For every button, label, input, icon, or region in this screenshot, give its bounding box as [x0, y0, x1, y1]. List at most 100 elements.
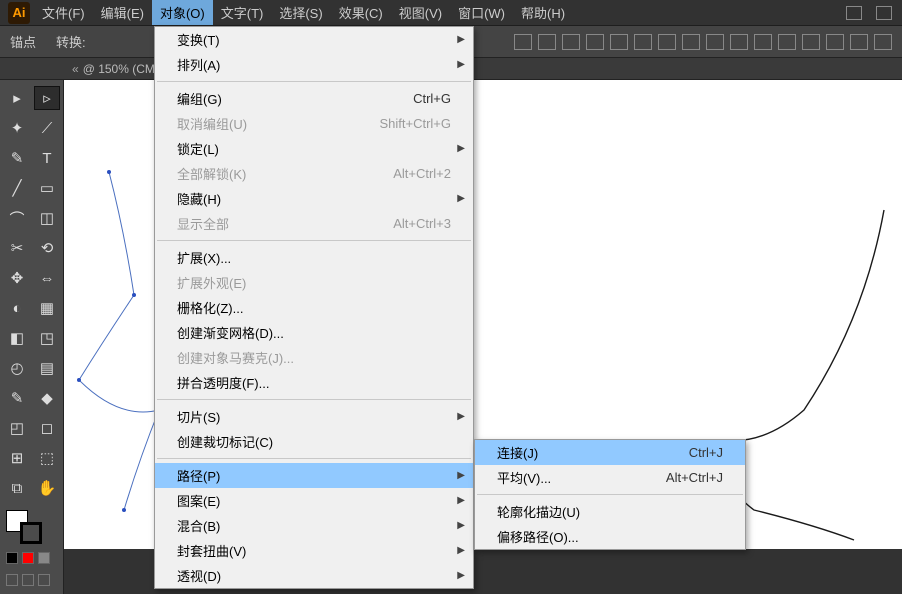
menu-item-label: 路径(P): [177, 466, 220, 485]
document-tab-label[interactable]: @ 150% (CMY: [83, 62, 163, 76]
menu-item-label: 封套扭曲(V): [177, 541, 246, 560]
menu-item-label: 混合(B): [177, 516, 220, 535]
menu-object-item-24[interactable]: 透视(D)▶: [155, 563, 473, 588]
tool-12[interactable]: ✥: [4, 266, 30, 290]
tool-20[interactable]: ✎: [4, 386, 30, 410]
menu-object-item-23[interactable]: 封套扭曲(V) ▶: [155, 538, 473, 563]
submenu-arrow-icon: ▶: [457, 411, 465, 422]
tool-0[interactable]: ▸: [4, 86, 30, 110]
tool-4[interactable]: ✎: [4, 146, 30, 170]
ctrl-icon[interactable]: [778, 34, 796, 50]
menu-object-item-20[interactable]: 路径(P) ▶: [155, 463, 473, 488]
ctrl-icon[interactable]: [706, 34, 724, 50]
ctrl-icon[interactable]: [586, 34, 604, 50]
ctrl-icon[interactable]: [826, 34, 844, 50]
tool-25[interactable]: ⬚: [34, 446, 60, 470]
menu-object-item-14: 创建对象马赛克(J)...: [155, 345, 473, 370]
tool-5[interactable]: T: [34, 146, 60, 170]
menu-object-sep: [157, 458, 471, 459]
layout-icon[interactable]: [876, 6, 892, 20]
mode-icon[interactable]: [22, 574, 34, 586]
menu-object-item-6: 全部解锁(K)Alt+Ctrl+2: [155, 161, 473, 186]
submenu-arrow-icon: ▶: [457, 470, 465, 481]
menu-object-item-7[interactable]: 隐藏(H)▶: [155, 186, 473, 211]
ctrl-icon[interactable]: [874, 34, 892, 50]
tool-7[interactable]: ▭: [34, 176, 60, 200]
tool-21[interactable]: ◆: [34, 386, 60, 410]
stroke-swatch[interactable]: [20, 522, 42, 544]
tool-27[interactable]: ✋: [34, 476, 60, 500]
mode-icon[interactable]: [38, 574, 50, 586]
swatch-chip[interactable]: [22, 552, 34, 564]
ctrl-icon[interactable]: [658, 34, 676, 50]
tool-13[interactable]: ⇔: [34, 266, 60, 290]
ctrl-icon[interactable]: [562, 34, 580, 50]
menu-item-label: 创建渐变网格(D)...: [177, 323, 284, 342]
menu-object-item-10[interactable]: 扩展(X)...: [155, 245, 473, 270]
menu-2[interactable]: 对象(O): [152, 0, 213, 25]
menu-3[interactable]: 文字(T): [213, 0, 272, 25]
tool-17[interactable]: ◳: [34, 326, 60, 350]
menu-object-item-12[interactable]: 栅格化(Z)...: [155, 295, 473, 320]
menu-item-label: 平均(V)...: [497, 468, 551, 487]
menu-5[interactable]: 效果(C): [331, 0, 391, 25]
ctrl-icon[interactable]: [682, 34, 700, 50]
menu-1[interactable]: 编辑(E): [93, 0, 152, 25]
menu-7[interactable]: 窗口(W): [450, 0, 513, 25]
menu-object-item-13[interactable]: 创建渐变网格(D)...: [155, 320, 473, 345]
menu-object-item-21[interactable]: 图案(E)▶: [155, 488, 473, 513]
menu-object-item-1[interactable]: 排列(A)▶: [155, 52, 473, 77]
menu-path-item-3[interactable]: 轮廓化描边(U): [475, 499, 745, 524]
tool-6[interactable]: ╱: [4, 176, 30, 200]
tool-11[interactable]: ⟲: [34, 236, 60, 260]
tool-18[interactable]: ◴: [4, 356, 30, 380]
tool-26[interactable]: ⧉: [4, 476, 30, 500]
menu-8[interactable]: 帮助(H): [513, 0, 573, 25]
menu-path-item-1[interactable]: 平均(V)...Alt+Ctrl+J: [475, 465, 745, 490]
tool-23[interactable]: ◻: [34, 416, 60, 440]
tab-chevron-icon[interactable]: «: [72, 62, 79, 76]
swatch-chip[interactable]: [6, 552, 18, 564]
menu-object-item-15[interactable]: 拼合透明度(F)...: [155, 370, 473, 395]
color-swatches[interactable]: [4, 510, 60, 544]
ctrl-icon[interactable]: [514, 34, 532, 50]
menu-object-item-3[interactable]: 编组(G)Ctrl+G: [155, 86, 473, 111]
mode-icon[interactable]: [6, 574, 18, 586]
tool-10[interactable]: ✂: [4, 236, 30, 260]
workspace-icon[interactable]: [846, 6, 862, 20]
submenu-arrow-icon: ▶: [457, 545, 465, 556]
tool-19[interactable]: ▤: [34, 356, 60, 380]
ctrl-icon[interactable]: [610, 34, 628, 50]
menu-item-shortcut: Alt+Ctrl+3: [363, 216, 451, 231]
tool-1[interactable]: ▹: [34, 86, 60, 110]
ctrl-icon[interactable]: [538, 34, 556, 50]
tool-16[interactable]: ◧: [4, 326, 30, 350]
menu-6[interactable]: 视图(V): [391, 0, 450, 25]
swatch-chip[interactable]: [38, 552, 50, 564]
tool-2[interactable]: ✦: [4, 116, 30, 140]
ctrl-icon[interactable]: [730, 34, 748, 50]
ctrl-icon[interactable]: [802, 34, 820, 50]
tool-15[interactable]: ▦: [34, 296, 60, 320]
menu-4[interactable]: 选择(S): [271, 0, 330, 25]
ctrl-icon[interactable]: [634, 34, 652, 50]
menu-object-item-18[interactable]: 创建裁切标记(C): [155, 429, 473, 454]
tool-14[interactable]: ◐: [4, 296, 30, 320]
tool-8[interactable]: ⌒: [4, 206, 30, 230]
ctrl-icon[interactable]: [754, 34, 772, 50]
tool-3[interactable]: ⟋: [34, 116, 60, 140]
menu-object-dropdown: 变换(T)▶排列(A)▶编组(G)Ctrl+G取消编组(U)Shift+Ctrl…: [154, 26, 474, 589]
tool-24[interactable]: ⊞: [4, 446, 30, 470]
menu-path-item-4[interactable]: 偏移路径(O)...: [475, 524, 745, 549]
tool-9[interactable]: ◫: [34, 206, 60, 230]
menu-path-item-0[interactable]: 连接(J)Ctrl+J: [475, 440, 745, 465]
menu-0[interactable]: 文件(F): [34, 0, 93, 25]
ctrl-icon[interactable]: [850, 34, 868, 50]
menu-object-item-22[interactable]: 混合(B) ▶: [155, 513, 473, 538]
menu-object-item-17[interactable]: 切片(S)▶: [155, 404, 473, 429]
submenu-arrow-icon: ▶: [457, 520, 465, 531]
menu-object-item-0[interactable]: 变换(T)▶: [155, 27, 473, 52]
menu-item-label: 显示全部: [177, 214, 229, 233]
tool-22[interactable]: ◰: [4, 416, 30, 440]
menu-object-item-5[interactable]: 锁定(L)▶: [155, 136, 473, 161]
